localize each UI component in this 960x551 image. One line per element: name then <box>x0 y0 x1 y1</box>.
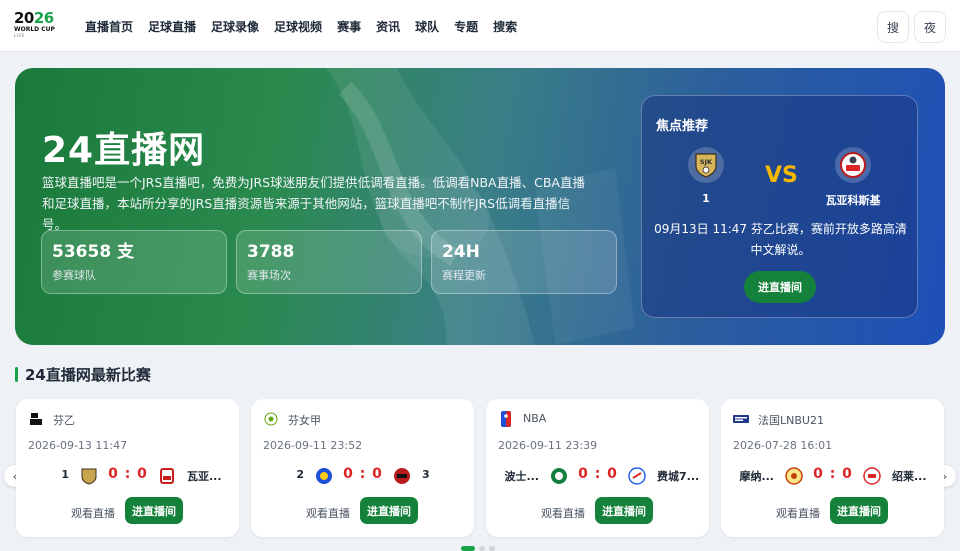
home-team-logo <box>548 465 570 487</box>
match-card[interactable]: 芬女甲 2026-09-11 23:52 2 0 : 0 3 观看直播 进直播间 <box>251 399 474 537</box>
league-icon <box>28 411 44 427</box>
watch-live-link[interactable]: 观看直播 <box>541 505 585 521</box>
search-button[interactable]: 搜 <box>877 11 909 43</box>
enter-room-button[interactable]: 进直播间 <box>595 497 653 524</box>
nav-item-search[interactable]: 搜索 <box>493 18 517 35</box>
logo-year-a: 20 <box>14 9 34 27</box>
away-team-logo <box>861 465 883 487</box>
away-team-logo <box>835 147 871 183</box>
nav-item-teams[interactable]: 球队 <box>415 18 439 35</box>
match-score: 0 : 0 <box>813 466 853 482</box>
home-team-name: 1 <box>702 192 710 205</box>
match-card[interactable]: 法国LNBU21 2026-07-28 16:01 摩纳... 0 : 0 绍莱… <box>721 399 944 537</box>
logo-line1: WORLD CUP <box>14 26 55 33</box>
league-name: NBA <box>523 412 547 425</box>
match-row: 1 0 : 0 瓦亚... <box>16 465 239 487</box>
top-header: 2026 WORLD CUP LIVE 直播首页 足球直播 足球录像 足球视频 … <box>0 0 960 52</box>
crest-text: SJK <box>700 158 713 166</box>
away-team-logo <box>156 465 178 487</box>
hero-description: 篮球直播吧是一个JRS直播吧，免费为JRS球迷朋友们提供低调看直播。低调看NBA… <box>42 175 585 232</box>
hero-banner: 24直播网 篮球直播吧是一个JRS直播吧，免费为JRS球迷朋友们提供低调看直播。… <box>15 68 945 345</box>
away-team-name: 瓦亚... <box>187 470 222 483</box>
stat-label: 赛事场次 <box>247 269 291 282</box>
nav-item-events[interactable]: 赛事 <box>337 18 361 35</box>
carousel-dot-active[interactable] <box>461 546 475 551</box>
night-mode-button[interactable]: 夜 <box>914 11 946 43</box>
stat-schedule: 24H 赛程更新 <box>431 230 617 294</box>
away-team-logo <box>626 465 648 487</box>
home-team-logo: SJK <box>688 147 724 183</box>
logo-line2: LIVE <box>14 33 25 38</box>
league-name: 芬女甲 <box>288 414 321 427</box>
home-team-name: 摩纳... <box>739 470 774 483</box>
vs-label: VS <box>765 163 798 188</box>
away-team-name: 3 <box>422 468 430 481</box>
match-time: 2026-09-13 11:47 <box>28 439 128 452</box>
main-nav: 直播首页 足球直播 足球录像 足球视频 赛事 资讯 球队 专题 搜索 <box>85 0 532 52</box>
watch-live-link[interactable]: 观看直播 <box>776 505 820 521</box>
enter-room-button[interactable]: 进直播间 <box>360 497 418 524</box>
carousel-dot[interactable] <box>489 546 495 551</box>
match-score: 0 : 0 <box>108 466 148 482</box>
stat-value: 24H <box>442 242 480 262</box>
stat-label: 参赛球队 <box>52 269 96 282</box>
match-row: 2 0 : 0 3 <box>251 465 474 487</box>
home-team-logo <box>783 465 805 487</box>
stat-matches: 3788 赛事场次 <box>236 230 422 294</box>
away-team-logo <box>391 465 413 487</box>
match-score: 0 : 0 <box>343 466 383 482</box>
logo-year-b: 26 <box>33 9 54 27</box>
match-row: 波士... 0 : 0 费城7... <box>486 465 709 487</box>
section-accent-bar <box>15 367 18 382</box>
site-logo[interactable]: 2026 WORLD CUP LIVE <box>14 10 62 44</box>
stat-teams: 53658 支 参赛球队 <box>41 230 227 294</box>
match-card[interactable]: 芬乙 2026-09-13 11:47 1 0 : 0 瓦亚... 观看直播 进… <box>16 399 239 537</box>
league-icon <box>733 411 749 427</box>
home-team-name: 1 <box>61 468 69 481</box>
match-score: 0 : 0 <box>578 466 618 482</box>
nav-item-football-live[interactable]: 足球直播 <box>148 18 196 35</box>
hero-title: 24直播网 <box>42 130 206 171</box>
nav-item-football-video[interactable]: 足球视频 <box>274 18 322 35</box>
league-name: 法国LNBU21 <box>758 414 824 427</box>
match-time: 2026-09-11 23:52 <box>263 439 363 452</box>
away-team-name: 绍莱... <box>892 470 927 483</box>
watch-live-link[interactable]: 观看直播 <box>306 505 350 521</box>
focus-title: 焦点推荐 <box>656 119 709 134</box>
home-team-logo <box>78 465 100 487</box>
nav-item-football-replay[interactable]: 足球录像 <box>211 18 259 35</box>
away-team-name: 费城7... <box>657 470 700 483</box>
focus-enter-room-button[interactable]: 进直播间 <box>744 271 816 303</box>
home-team-name: 2 <box>296 468 304 481</box>
section-title: 24直播网最新比赛 <box>25 366 151 384</box>
nav-item-news[interactable]: 资讯 <box>376 18 400 35</box>
sjk-crest-icon: SJK <box>695 153 717 178</box>
league-name: 芬乙 <box>53 414 75 427</box>
enter-room-button[interactable]: 进直播间 <box>125 497 183 524</box>
stat-value: 53658 支 <box>52 242 135 262</box>
away-team-name: 瓦亚科斯基 <box>825 194 881 207</box>
match-time: 2026-09-11 23:39 <box>498 439 598 452</box>
focus-info: 09月13日 11:47 芬乙比赛，赛前开放多路高清中文解说。 <box>654 222 907 257</box>
match-card[interactable]: NBA 2026-09-11 23:39 波士... 0 : 0 费城7... … <box>486 399 709 537</box>
league-icon <box>263 411 279 427</box>
stat-value: 3788 <box>247 242 295 262</box>
match-row: 摩纳... 0 : 0 绍莱... <box>721 465 944 487</box>
match-time: 2026-07-28 16:01 <box>733 439 833 452</box>
enter-room-button[interactable]: 进直播间 <box>830 497 888 524</box>
watch-live-link[interactable]: 观看直播 <box>71 505 115 521</box>
home-team-name: 波士... <box>504 470 539 483</box>
focus-recommend-panel: 焦点推荐 SJK 1 VS 瓦亚科斯基 09月13日 11:47 芬乙比赛，赛前… <box>641 95 918 318</box>
nav-item-topics[interactable]: 专题 <box>454 18 478 35</box>
stat-label: 赛程更新 <box>442 269 486 282</box>
away-crest-icon <box>840 152 866 178</box>
league-icon <box>498 411 514 427</box>
carousel-dot[interactable] <box>479 546 485 551</box>
carousel-dots <box>461 546 495 551</box>
home-team-logo <box>313 465 335 487</box>
nav-item-home[interactable]: 直播首页 <box>85 18 133 35</box>
